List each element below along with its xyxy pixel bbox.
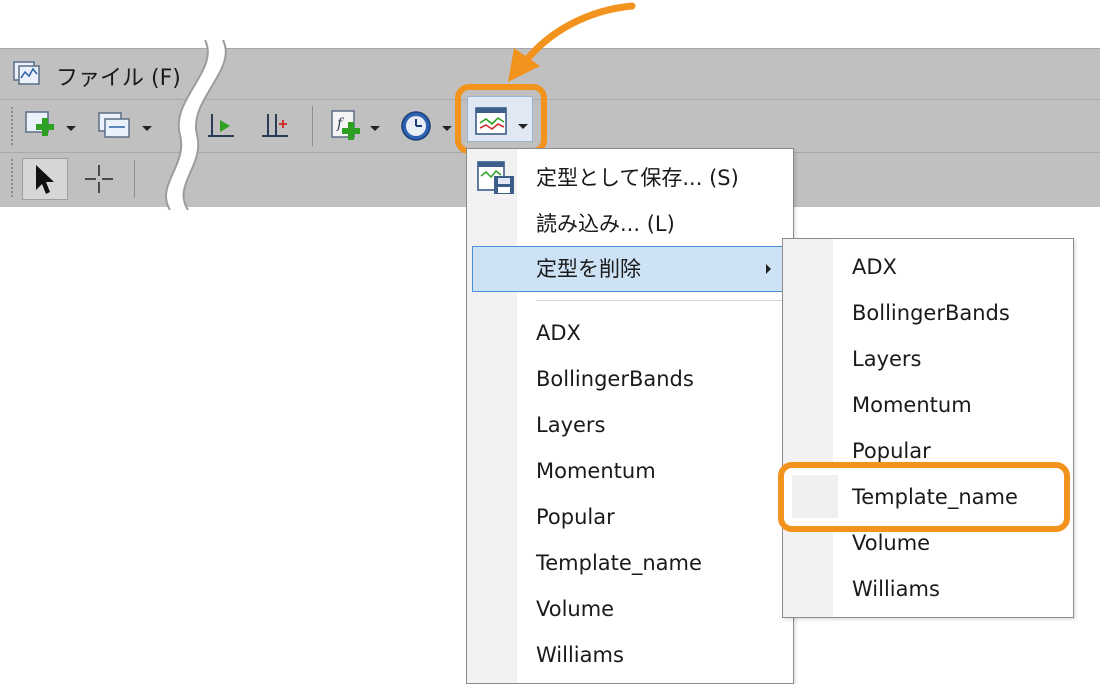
crosshair-icon[interactable] [82,162,116,196]
cursor-arrow-icon[interactable] [30,162,60,196]
submenu-item-template[interactable]: BollingerBands [852,290,1010,336]
menu-item-delete-template-label: 定型を削除 [536,257,641,281]
menu-item-template[interactable]: Momentum [536,448,656,494]
save-template-icon [477,161,514,194]
chart-window-icon[interactable] [96,108,132,144]
periodicity-clock-icon[interactable] [398,108,434,144]
menu-item-template[interactable]: Template_name [536,540,702,586]
menu-separator [536,300,788,301]
indicators-icon[interactable]: f [328,108,364,144]
chart-shift-icon[interactable] [258,108,294,144]
menu-icon-gutter [792,475,838,518]
submenu-item-template-name[interactable]: Template_name [852,474,1018,520]
submenu-item-template[interactable]: ADX [852,244,897,290]
toolbar-separator [134,160,135,198]
indicators-dropdown-icon[interactable] [370,126,380,131]
pointer-arrow-icon [508,2,636,82]
torn-edge-decoration [165,40,227,210]
new-chart-dropdown-icon[interactable] [66,126,76,131]
submenu-item-template[interactable]: Layers [852,336,922,382]
toolbar-grip[interactable] [10,106,14,146]
menu-item-template[interactable]: Volume [536,586,614,632]
periodicity-dropdown-icon[interactable] [442,126,452,131]
submenu-item-template[interactable]: Momentum [852,382,972,428]
chart-window-icon [13,61,40,85]
menu-item-template[interactable]: Williams [536,632,624,678]
menu-item-template[interactable]: Layers [536,402,606,448]
toolbar-grip[interactable] [10,158,14,198]
template-button-highlight [455,84,547,154]
menu-icon-gutter [783,239,833,617]
toolbar-separator [312,106,313,146]
menu-item-load-template[interactable]: 読み込み... (L) [536,201,675,247]
submenu-arrow-icon [766,264,771,274]
submenu-item-template[interactable]: Williams [852,566,940,612]
menu-item-template[interactable]: BollingerBands [536,356,694,402]
menu-item-template[interactable]: Popular [536,494,615,540]
menu-icon-gutter [467,149,517,683]
menu-item-save-template[interactable]: 定型として保存... (S) [536,155,739,201]
new-chart-icon[interactable] [22,108,58,144]
menu-item-template[interactable]: ADX [536,310,581,356]
